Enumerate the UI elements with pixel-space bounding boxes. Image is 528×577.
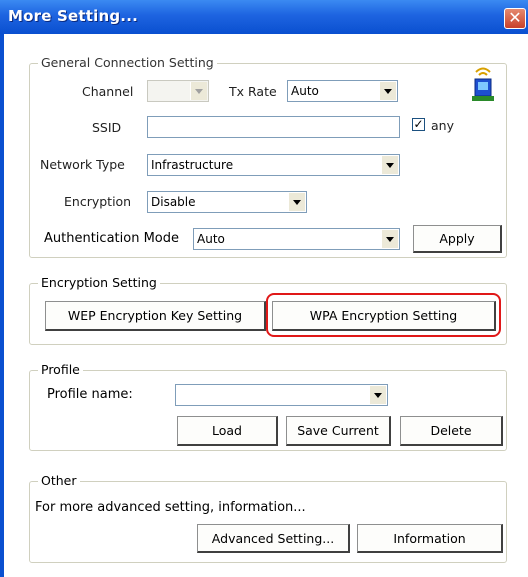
window-border xyxy=(0,34,4,577)
network-type-select[interactable]: Infrastructure xyxy=(147,154,400,176)
chevron-down-icon[interactable] xyxy=(190,82,207,100)
chevron-down-icon[interactable] xyxy=(379,82,396,100)
profile-legend: Profile xyxy=(38,362,83,377)
chevron-down-icon[interactable] xyxy=(288,193,305,211)
window-title: More Setting... xyxy=(8,7,138,25)
channel-select[interactable] xyxy=(147,80,209,102)
authentication-mode-select[interactable]: Auto xyxy=(193,228,400,250)
authentication-mode-value: Auto xyxy=(197,232,225,246)
general-connection-legend: General Connection Setting xyxy=(38,55,217,70)
tx-rate-select[interactable]: Auto xyxy=(287,80,398,102)
profile-name-select[interactable] xyxy=(175,384,388,406)
any-label: any xyxy=(431,118,454,133)
tx-rate-label: Tx Rate xyxy=(229,84,277,99)
wep-encryption-key-setting-button[interactable]: WEP Encryption Key Setting xyxy=(45,301,266,331)
chevron-down-icon[interactable] xyxy=(381,230,398,248)
profile-name-label: Profile name: xyxy=(47,387,133,402)
network-type-label: Network Type xyxy=(40,157,125,172)
ssid-label: SSID xyxy=(92,120,122,135)
channel-label: Channel xyxy=(82,84,134,99)
other-legend: Other xyxy=(38,473,80,488)
highlight-annotation xyxy=(266,293,501,337)
load-button[interactable]: Load xyxy=(177,416,278,446)
ssid-input[interactable] xyxy=(147,116,400,138)
delete-button[interactable]: Delete xyxy=(400,416,503,446)
close-button[interactable]: ✕ xyxy=(504,8,526,29)
other-info-text: For more advanced setting, information..… xyxy=(35,500,306,515)
chevron-down-icon[interactable] xyxy=(369,386,386,404)
information-button[interactable]: Information xyxy=(357,524,503,553)
apply-button[interactable]: Apply xyxy=(413,225,502,253)
advanced-setting-button[interactable]: Advanced Setting... xyxy=(197,524,350,553)
any-checkbox[interactable]: ✓ xyxy=(412,118,425,131)
network-type-value: Infrastructure xyxy=(151,158,234,172)
save-current-button[interactable]: Save Current xyxy=(286,416,391,446)
encryption-label: Encryption xyxy=(64,194,132,209)
wireless-device-icon xyxy=(468,66,498,104)
more-setting-dialog: More Setting... ✕ General Connection Set… xyxy=(0,0,528,577)
chevron-down-icon[interactable] xyxy=(381,156,398,174)
authentication-mode-label: Authentication Mode xyxy=(44,231,179,246)
encryption-value: Disable xyxy=(151,195,196,209)
tx-rate-value: Auto xyxy=(291,84,319,98)
encryption-select[interactable]: Disable xyxy=(147,191,307,213)
title-bar[interactable]: More Setting... ✕ xyxy=(0,0,528,34)
encryption-setting-legend: Encryption Setting xyxy=(38,275,160,290)
